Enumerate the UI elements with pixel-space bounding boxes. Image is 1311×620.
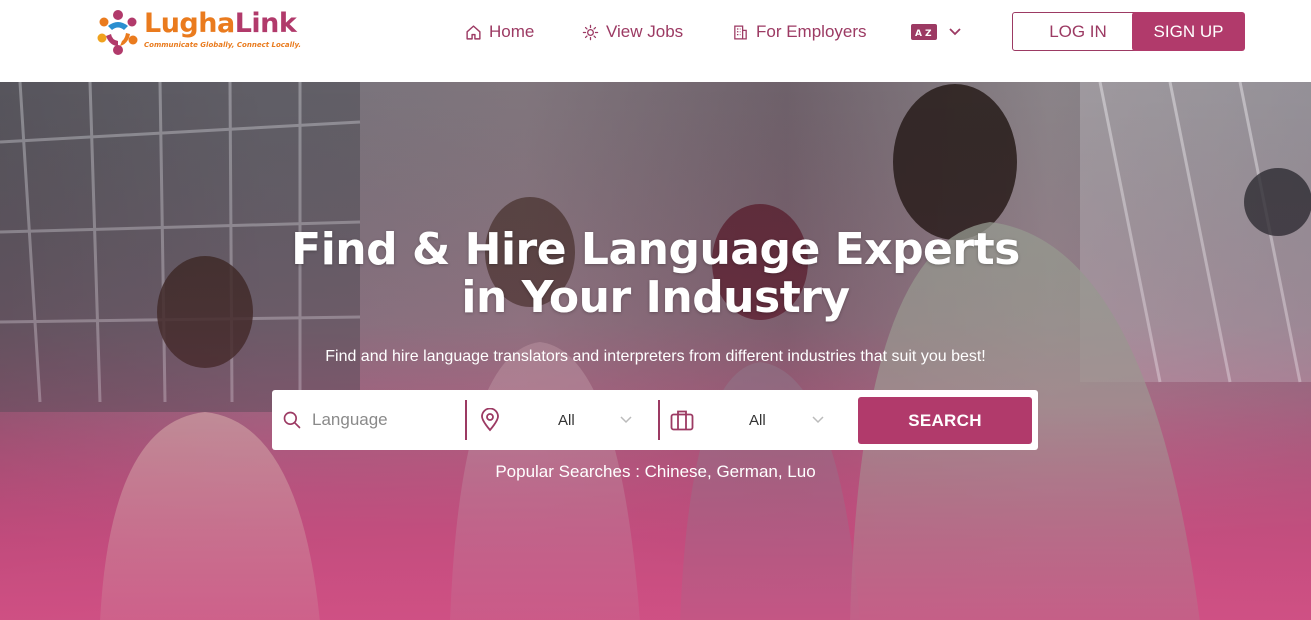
language-switcher[interactable]: AZ <box>911 20 961 44</box>
nav-home-label: Home <box>489 22 535 41</box>
logo-mark-icon <box>97 10 138 55</box>
hero-section: Find & Hire Language Experts in Your Ind… <box>0 82 1311 620</box>
search-divider <box>658 400 660 440</box>
search-button[interactable]: SEARCH <box>858 397 1032 444</box>
brand-name-part2: Link <box>234 8 297 39</box>
location-pin-icon <box>481 408 499 432</box>
industry-select[interactable]: All <box>662 390 842 450</box>
location-select-value: All <box>558 411 575 429</box>
chevron-down-icon <box>949 28 961 36</box>
chevron-down-icon <box>620 416 632 424</box>
svg-text:Z: Z <box>925 29 932 39</box>
home-icon <box>466 24 481 40</box>
brand-name: LughaLink <box>144 8 301 40</box>
nav-for-employers-label: For Employers <box>756 22 867 41</box>
location-select[interactable]: All <box>468 390 656 450</box>
nav-home-link[interactable]: Home <box>465 20 534 44</box>
hero-title-line1: Find & Hire Language Experts <box>291 224 1020 275</box>
language-search-field <box>272 390 465 450</box>
search-icon <box>283 411 301 429</box>
hero-title: Find & Hire Language Experts in Your Ind… <box>0 226 1311 322</box>
popular-searches: Popular Searches : Chinese, German, Luo <box>495 462 816 481</box>
industry-select-value: All <box>749 411 766 429</box>
search-divider <box>465 400 467 440</box>
chevron-down-icon <box>812 416 824 424</box>
language-search-input[interactable] <box>312 410 462 430</box>
login-button[interactable]: LOG IN <box>1012 12 1144 51</box>
job-search-bar: All All SEARCH <box>272 390 1038 450</box>
building-icon <box>734 24 747 40</box>
nav-view-jobs-label: View Jobs <box>606 22 684 41</box>
top-header: LughaLink Communicate Globally, Connect … <box>0 0 1311 82</box>
lightbulb-icon <box>582 24 599 40</box>
brand-logo[interactable]: LughaLink Communicate Globally, Connect … <box>96 8 301 56</box>
hero-title-line2: in Your Industry <box>461 272 850 323</box>
nav-for-employers-link[interactable]: For Employers <box>732 20 867 44</box>
hero-subtitle: Find and hire language translators and i… <box>325 348 986 365</box>
translate-icon: AZ <box>911 24 937 40</box>
briefcase-icon <box>670 410 694 431</box>
svg-text:A: A <box>915 29 922 39</box>
nav-view-jobs-link[interactable]: View Jobs <box>582 20 683 44</box>
brand-name-part1: Lugha <box>144 8 235 39</box>
brand-tagline: Communicate Globally, Connect Locally. <box>144 41 302 49</box>
signup-button[interactable]: SIGN UP <box>1132 12 1245 51</box>
